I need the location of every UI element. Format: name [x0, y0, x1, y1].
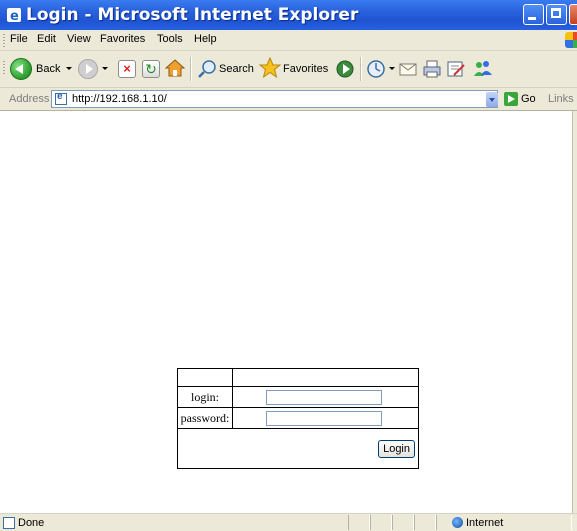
- login-form: login: password: Login: [177, 368, 419, 469]
- minimize-button[interactable]: [523, 4, 544, 25]
- back-arrow-icon[interactable]: [10, 58, 32, 80]
- favorites-button[interactable]: Favorites: [283, 63, 328, 75]
- page-icon: [55, 91, 67, 105]
- menu-tools[interactable]: Tools: [157, 33, 183, 45]
- windows-logo-icon: [565, 32, 577, 48]
- go-button[interactable]: Go: [521, 93, 536, 105]
- status-bar: Done Internet: [0, 513, 577, 531]
- address-label: Address: [9, 93, 50, 105]
- toolbar-separator: [360, 57, 362, 81]
- form-cell: [232, 368, 419, 387]
- search-icon[interactable]: [197, 59, 217, 82]
- toolbar-grip[interactable]: [3, 61, 5, 74]
- standard-toolbar: Back × ↻ Search Favorites: [0, 51, 577, 88]
- status-pane: [370, 515, 392, 530]
- forward-dropdown-icon[interactable]: [102, 67, 108, 70]
- print-icon[interactable]: [422, 59, 442, 82]
- page-done-icon: [3, 517, 15, 529]
- password-input[interactable]: [266, 410, 382, 426]
- zone-label: Internet: [466, 517, 504, 529]
- menu-help[interactable]: Help: [194, 33, 217, 45]
- scrollbar[interactable]: [572, 111, 577, 513]
- password-label: password:: [177, 407, 233, 429]
- form-cell: [232, 407, 419, 429]
- address-input[interactable]: http://192.168.1.10/: [51, 90, 498, 108]
- address-bar: Address http://192.168.1.10/ Go Links: [0, 88, 577, 111]
- internet-zone-icon: [452, 517, 463, 528]
- address-dropdown-icon[interactable]: [486, 92, 498, 107]
- stop-icon[interactable]: ×: [118, 60, 136, 78]
- status-pane: [348, 515, 370, 530]
- toolbar-grip[interactable]: [3, 34, 5, 47]
- menu-bar: File Edit View Favorites Tools Help: [0, 30, 577, 51]
- search-button[interactable]: Search: [219, 63, 254, 75]
- messenger-icon[interactable]: [472, 58, 494, 83]
- maximize-button[interactable]: [546, 4, 567, 25]
- status-pane: [392, 515, 414, 530]
- title-bar[interactable]: e Login - Microsoft Internet Explorer: [0, 0, 577, 30]
- status-text: Done: [18, 517, 45, 529]
- menu-view[interactable]: View: [67, 33, 91, 45]
- home-icon[interactable]: [164, 58, 186, 78]
- menu-file[interactable]: File: [10, 33, 28, 45]
- svg-text:e: e: [10, 9, 19, 23]
- history-icon[interactable]: [366, 59, 386, 82]
- mail-icon[interactable]: [398, 59, 418, 82]
- login-label: login:: [177, 386, 233, 408]
- menu-favorites[interactable]: Favorites: [100, 33, 145, 45]
- menu-edit[interactable]: Edit: [37, 33, 56, 45]
- minimize-icon: [528, 17, 536, 20]
- login-input[interactable]: [266, 389, 382, 405]
- maximize-icon: [551, 8, 561, 18]
- toolbar-separator: [190, 57, 192, 81]
- form-cell: [177, 368, 233, 387]
- login-button[interactable]: Login: [378, 439, 415, 458]
- ie-icon: e: [6, 7, 22, 24]
- links-button[interactable]: Links: [548, 93, 574, 105]
- edit-icon[interactable]: [446, 59, 466, 82]
- window-title: Login - Microsoft Internet Explorer: [26, 5, 359, 25]
- media-icon[interactable]: [335, 59, 355, 82]
- back-dropdown-icon[interactable]: [66, 67, 72, 70]
- form-cell: Login: [177, 428, 419, 469]
- history-dropdown-icon[interactable]: [389, 67, 395, 70]
- refresh-icon[interactable]: ↻: [142, 60, 160, 78]
- address-url[interactable]: http://192.168.1.10/: [72, 93, 167, 105]
- favorites-star-icon[interactable]: [258, 56, 282, 82]
- status-pane: [414, 515, 436, 530]
- form-cell: [232, 386, 419, 408]
- back-button[interactable]: Back: [36, 63, 60, 75]
- go-arrow-icon[interactable]: [504, 92, 518, 106]
- forward-arrow-icon[interactable]: [78, 59, 98, 79]
- close-button[interactable]: [569, 4, 577, 25]
